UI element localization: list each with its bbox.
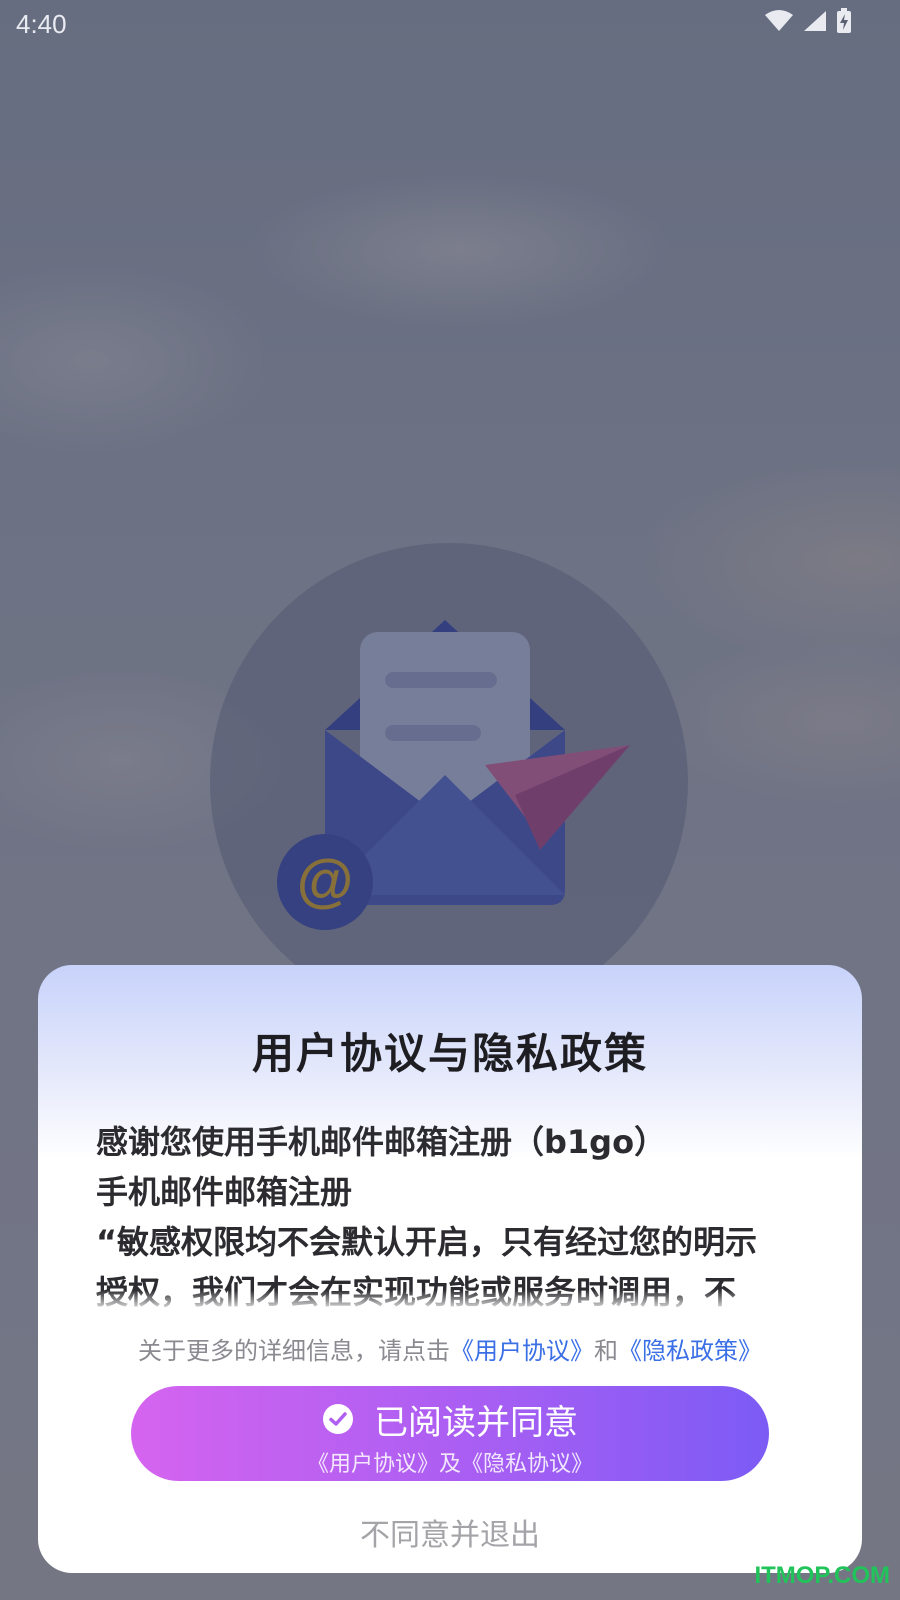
privacy-policy-link[interactable]: 《隐私政策》 bbox=[618, 1337, 762, 1365]
content-line: 感谢您使用手机邮件邮箱注册（b1go） bbox=[96, 1123, 667, 1161]
dialog-title: 用户协议与隐私政策 bbox=[251, 1029, 648, 1078]
signal-icon bbox=[804, 11, 826, 31]
more-info-conjunction: 和 bbox=[594, 1337, 618, 1365]
check-circle-icon bbox=[323, 1404, 353, 1434]
wifi-icon bbox=[765, 10, 793, 31]
status-bar: 4:40 bbox=[0, 0, 900, 50]
agree-button-label: 已阅读并同意 bbox=[374, 1403, 578, 1442]
status-time: 4:40 bbox=[16, 9, 67, 39]
disagree-exit-button[interactable]: 不同意并退出 bbox=[0, 1510, 900, 1554]
more-info-text: 关于更多的详细信息，请点击《用户协议》和《隐私政策》 bbox=[0, 1331, 900, 1366]
content-fade bbox=[96, 1290, 796, 1312]
battery-charging-icon bbox=[837, 8, 851, 33]
user-agreement-link[interactable]: 《用户协议》 bbox=[450, 1337, 594, 1365]
agree-button-sublabel: 《用户协议》及《隐私协议》 bbox=[306, 1451, 593, 1476]
content-line: “敏感权限均不会默认开启，只有经过您的明示 bbox=[96, 1223, 758, 1261]
agreement-content[interactable]: 感谢您使用手机邮件邮箱注册（b1go） 手机邮件邮箱注册 “敏感权限均不会默认开… bbox=[96, 1117, 796, 1310]
agree-button[interactable]: 已阅读并同意 《用户协议》及《隐私协议》 bbox=[131, 1386, 769, 1481]
more-info-prefix: 关于更多的详细信息，请点击 bbox=[138, 1337, 450, 1365]
watermark: ITMOP.COM bbox=[754, 1562, 890, 1589]
content-line: 手机邮件邮箱注册 bbox=[96, 1173, 353, 1211]
